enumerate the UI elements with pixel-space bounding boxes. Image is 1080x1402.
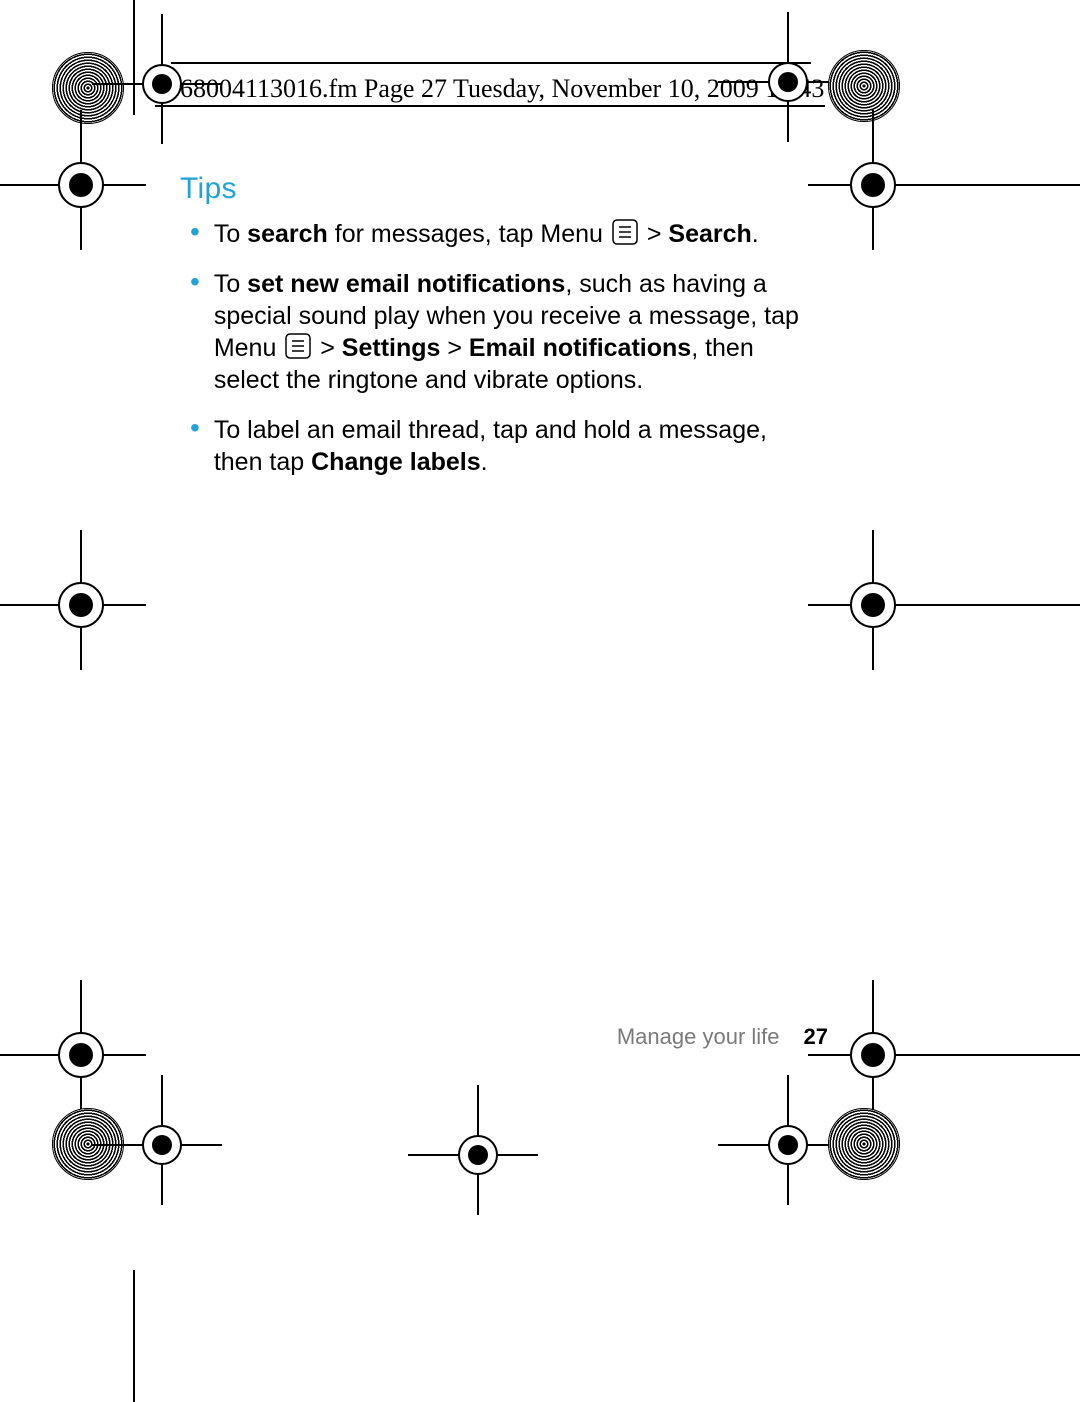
text: > <box>313 334 342 362</box>
registration-crosshair <box>808 540 938 670</box>
tips-heading: Tips <box>180 172 820 206</box>
text: > <box>640 220 669 248</box>
bullet-icon: • <box>190 268 200 396</box>
text-bold: Settings <box>342 334 441 362</box>
bullet-icon: • <box>190 218 200 250</box>
text: To <box>214 270 247 298</box>
footer-section-label: Manage your life <box>617 1024 780 1049</box>
text: . <box>481 448 488 476</box>
content-body: Tips • To search for messages, tap Menu … <box>180 172 820 496</box>
registration-crosshair <box>808 120 938 250</box>
text: > <box>440 334 469 362</box>
bullet-icon: • <box>190 414 200 478</box>
registration-spiral <box>828 1108 900 1180</box>
registration-spiral <box>828 50 900 122</box>
text: for messages, tap Menu <box>328 220 610 248</box>
text-bold: set new email notifications <box>247 270 565 298</box>
bullet-text: To label an email thread, tap and hold a… <box>214 414 820 478</box>
text: To <box>214 220 247 248</box>
bullet-item: • To label an email thread, tap and hold… <box>180 414 820 478</box>
text-bold: Email notifications <box>469 334 691 362</box>
menu-icon <box>285 333 311 359</box>
bullet-text: To set new email notifications, such as … <box>214 268 820 396</box>
registration-crosshair <box>418 1095 538 1215</box>
text-bold: Change labels <box>311 448 481 476</box>
text: To label an email thread, tap and hold a… <box>214 416 767 476</box>
bullet-list: • To search for messages, tap Menu > Sea… <box>180 218 820 478</box>
text-bold: search <box>247 220 328 248</box>
footer: Manage your life 27 <box>617 1024 828 1050</box>
bullet-item: • To set new email notifications, such a… <box>180 268 820 396</box>
text: . <box>752 220 759 248</box>
menu-icon <box>612 219 638 245</box>
bullet-item: • To search for messages, tap Menu > Sea… <box>180 218 820 250</box>
footer-page-number: 27 <box>804 1024 828 1049</box>
registration-crosshair <box>16 540 146 670</box>
text-bold: Search <box>668 220 751 248</box>
registration-crosshair <box>102 1085 222 1205</box>
registration-crosshair <box>16 120 146 250</box>
bullet-text: To search for messages, tap Menu > Searc… <box>214 218 820 250</box>
